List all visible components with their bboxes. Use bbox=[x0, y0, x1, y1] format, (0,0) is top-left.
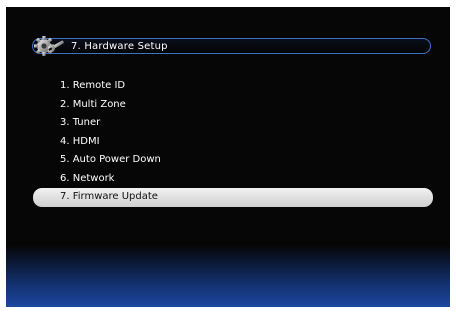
menu-item-hdmi[interactable]: 4. HDMI bbox=[34, 133, 434, 152]
gear-wrench-icon bbox=[34, 36, 64, 56]
menu-item-network[interactable]: 6. Network bbox=[34, 170, 434, 189]
menu-item-firmware-update[interactable]: 7. Firmware Update bbox=[33, 188, 433, 207]
bottom-gradient-band bbox=[6, 245, 450, 307]
menu-item-auto-power-down[interactable]: 5. Auto Power Down bbox=[34, 151, 434, 170]
menu-item-remote-id[interactable]: 1. Remote ID bbox=[34, 77, 434, 96]
menu-item-multi-zone[interactable]: 2. Multi Zone bbox=[34, 96, 434, 115]
hardware-setup-menu: 1. Remote ID 2. Multi Zone 3. Tuner 4. H… bbox=[33, 77, 434, 207]
setup-screen: 7. Hardware Setup 1. Remote ID 2. Multi … bbox=[6, 7, 450, 307]
menu-item-tuner[interactable]: 3. Tuner bbox=[34, 114, 434, 133]
header-title: 7. Hardware Setup bbox=[71, 41, 168, 52]
